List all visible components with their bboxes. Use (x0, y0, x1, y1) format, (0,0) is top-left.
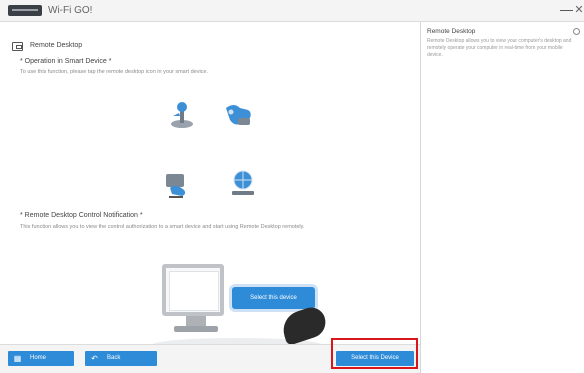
monitor-stand (186, 316, 206, 326)
hand-illustration (278, 303, 330, 347)
monitor-screen (169, 271, 219, 311)
section-title: Remote Desktop (30, 42, 83, 49)
pc-controller-icon (166, 174, 186, 198)
side-panel-text: Remote Desktop allows you to view your c… (427, 38, 572, 58)
side-panel: Remote Desktop Remote Desktop allows you… (420, 22, 584, 373)
notification-heading: * Remote Desktop Control Notification * (20, 212, 143, 219)
app-title: Wi-Fi GO! (48, 5, 93, 16)
monitor-illustration (162, 264, 224, 316)
select-device-bubble: Select this device (232, 287, 315, 309)
highlight-box (331, 338, 418, 369)
select-device-bubble-label: Select this device (250, 295, 297, 301)
operation-heading: * Operation in Smart Device * (20, 58, 112, 65)
title-bar: Wi-Fi GO! — ✕ (0, 0, 584, 22)
back-icon: ↶ (91, 354, 98, 363)
home-button-label: Home (30, 355, 47, 361)
joystick-icon (171, 102, 193, 128)
notification-text: This function allows you to view the con… (20, 224, 305, 230)
home-icon: ▦ (13, 354, 22, 363)
asus-logo (8, 5, 42, 16)
globe-icon (232, 170, 254, 195)
back-button[interactable]: ↶ Back (85, 351, 157, 366)
main-panel: Remote Desktop * Operation in Smart Devi… (0, 22, 420, 352)
monitor-base (174, 326, 218, 332)
controller-icon (226, 105, 251, 125)
operation-text: To use this function, please tap the rem… (20, 69, 209, 75)
side-panel-title: Remote Desktop (427, 28, 476, 35)
close-button[interactable]: ✕ (574, 3, 584, 16)
info-icon[interactable] (573, 28, 580, 35)
back-button-label: Back (107, 355, 121, 361)
minimize-button[interactable]: — (560, 2, 573, 17)
home-button[interactable]: ▦ Home (8, 351, 74, 366)
remote-desktop-icon (12, 42, 23, 51)
